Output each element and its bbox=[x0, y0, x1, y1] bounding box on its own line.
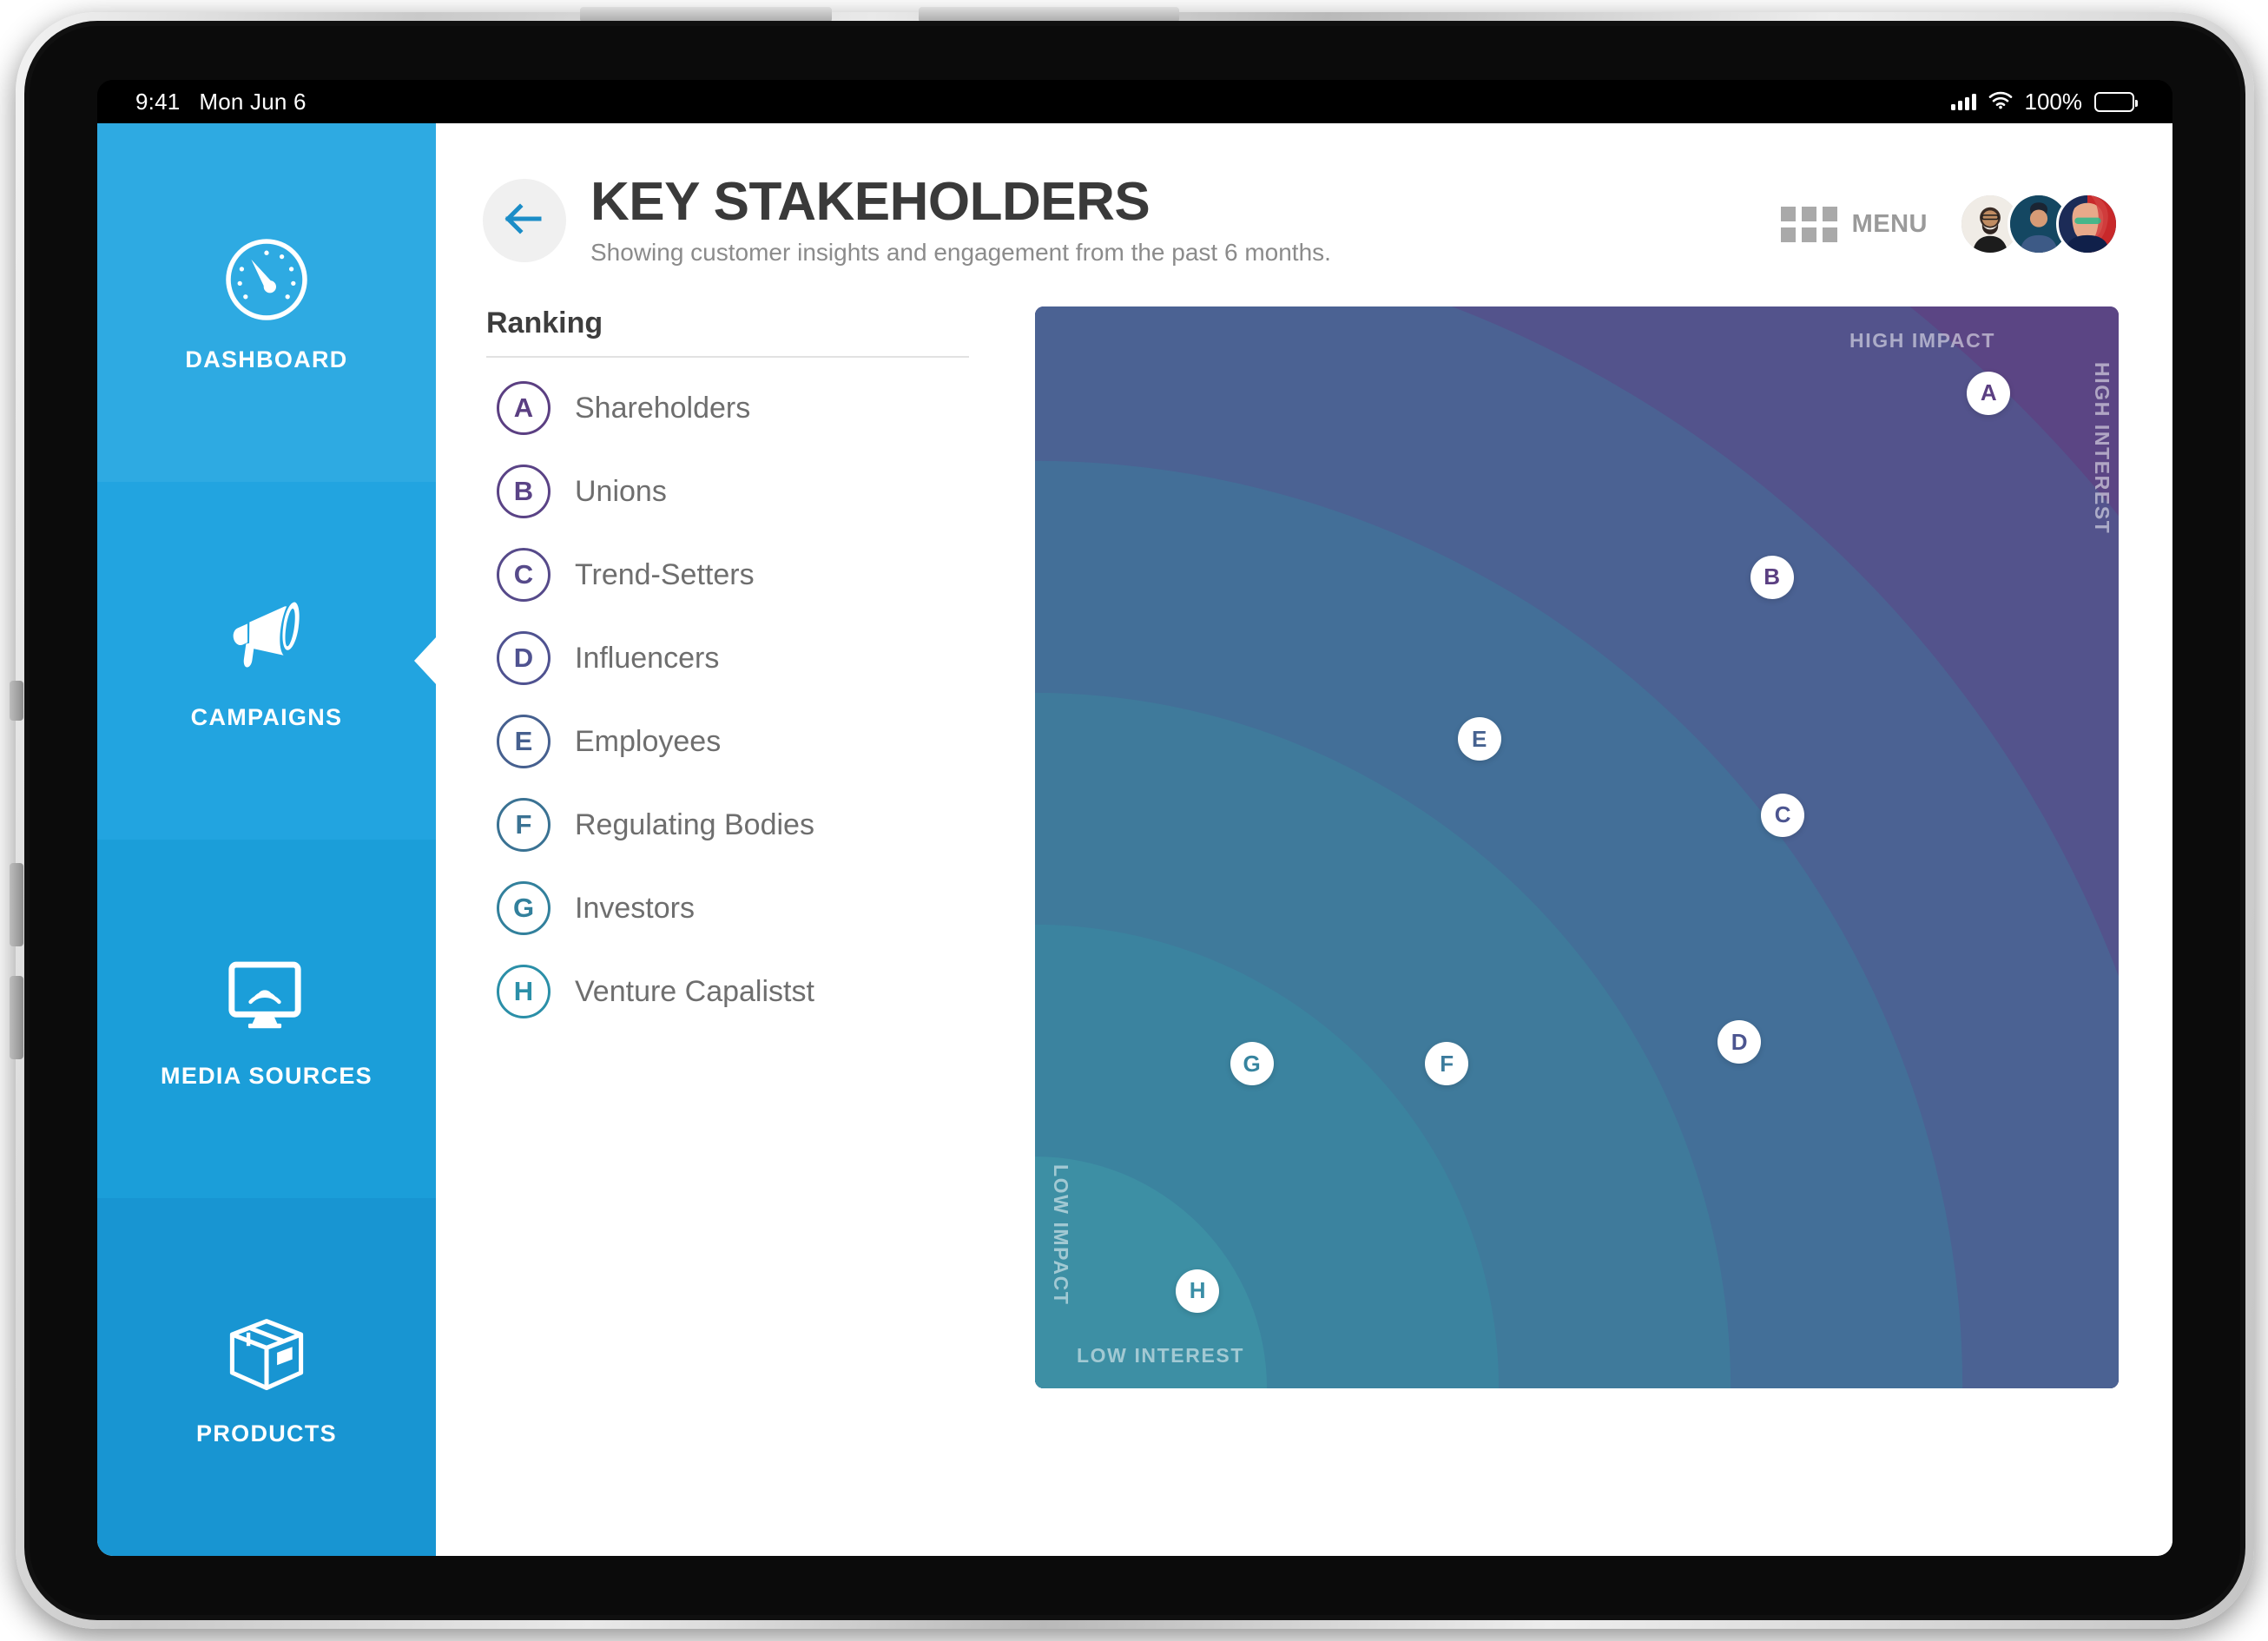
chart-marker-e[interactable]: E bbox=[1457, 717, 1501, 761]
chart-marker-f[interactable]: F bbox=[1425, 1042, 1469, 1086]
menu-button[interactable]: MENU bbox=[1852, 210, 1928, 239]
ranking-row-b[interactable]: B Unions bbox=[483, 450, 969, 533]
rank-badge: H bbox=[497, 965, 551, 1019]
active-indicator-notch bbox=[414, 636, 437, 685]
chart-background-bands bbox=[1035, 306, 2119, 1389]
ranking-heading: Ranking bbox=[486, 306, 603, 340]
rank-badge: A bbox=[497, 381, 551, 436]
sidebar-item-dashboard[interactable]: DASHBOARD bbox=[97, 123, 436, 482]
ranking-row-e[interactable]: E Employees bbox=[483, 700, 969, 783]
volume-down-button[interactable] bbox=[10, 976, 23, 1059]
wifi-icon bbox=[1988, 89, 2013, 115]
rank-badge: G bbox=[497, 881, 551, 936]
ranking-list: A Shareholders B Unions C Trend-Setters D Influ… bbox=[483, 366, 969, 1033]
ranking-row-a[interactable]: A Shareholders bbox=[483, 366, 969, 450]
header-actions: MENU bbox=[1780, 193, 2119, 255]
battery-full-icon bbox=[2094, 91, 2138, 112]
rank-label: Unions bbox=[575, 474, 667, 508]
impact-interest-quadrant-chart[interactable]: HIGH IMPACT HIGH INTEREST LOW IMPACT LOW… bbox=[1035, 306, 2119, 1389]
app-body: DASHBOARD CAMPAIGNS MEDIA SOURCES PRODUC… bbox=[97, 123, 2172, 1556]
monitor-broadcast-icon bbox=[219, 948, 314, 1044]
chart-marker-b[interactable]: B bbox=[1750, 555, 1794, 599]
sidebar-item-label: PRODUCTS bbox=[196, 1420, 337, 1447]
status-date: Mon Jun 6 bbox=[199, 88, 307, 115]
ranking-row-d[interactable]: D Influencers bbox=[483, 616, 969, 700]
ranking-row-c[interactable]: C Trend-Setters bbox=[483, 533, 969, 616]
rank-label: Investors bbox=[575, 891, 695, 925]
title-block: KEY STAKEHOLDERS Showing customer insigh… bbox=[590, 174, 1781, 267]
rank-badge: C bbox=[497, 548, 551, 603]
rank-label: Regulating Bodies bbox=[575, 807, 814, 841]
main-content: KEY STAKEHOLDERS Showing customer insigh… bbox=[436, 123, 2172, 1556]
page-subtitle: Showing customer insights and engagement… bbox=[590, 239, 1331, 267]
sidebar-item-label: MEDIA SOURCES bbox=[161, 1062, 373, 1089]
sidebar: DASHBOARD CAMPAIGNS MEDIA SOURCES PRODUC… bbox=[97, 123, 437, 1556]
rank-badge: B bbox=[497, 465, 551, 519]
volume-up-button[interactable] bbox=[10, 863, 23, 946]
rank-label: Employees bbox=[575, 724, 722, 758]
rank-badge: F bbox=[497, 798, 551, 853]
speedometer-icon bbox=[219, 232, 314, 327]
avatar-group bbox=[1959, 193, 2119, 255]
ranking-panel: Ranking A Shareholders B Unions C Trend-Sette… bbox=[483, 306, 969, 1388]
status-bar-left: 9:41 Mon Jun 6 bbox=[135, 89, 307, 115]
rank-badge: E bbox=[497, 715, 551, 769]
ranking-row-h[interactable]: H Venture Capalistst bbox=[483, 950, 969, 1033]
content-area: Ranking A Shareholders B Unions C Trend-Sette… bbox=[436, 267, 2172, 1389]
back-button[interactable] bbox=[483, 179, 566, 262]
sidebar-item-campaigns[interactable]: CAMPAIGNS bbox=[97, 481, 437, 840]
status-bar: 9:41 Mon Jun 6 100% bbox=[97, 80, 2172, 123]
avatar[interactable] bbox=[2056, 193, 2119, 255]
grid-menu-icon[interactable] bbox=[1780, 206, 1837, 242]
rank-label: Influencers bbox=[575, 641, 720, 675]
cellular-signal-icon bbox=[1950, 93, 1976, 110]
ranking-divider bbox=[486, 356, 969, 359]
chart-marker-h[interactable]: H bbox=[1176, 1269, 1220, 1313]
rank-badge: D bbox=[497, 631, 551, 686]
rank-label: Trend-Setters bbox=[575, 557, 755, 591]
sidebar-item-label: CAMPAIGNS bbox=[190, 704, 343, 731]
sidebar-item-products[interactable]: PRODUCTS bbox=[97, 1197, 436, 1556]
hardware-button-left-1[interactable] bbox=[10, 681, 23, 721]
chart-marker-a[interactable]: A bbox=[1967, 371, 2011, 415]
arrow-left-icon bbox=[504, 202, 545, 240]
page-header: KEY STAKEHOLDERS Showing customer insigh… bbox=[436, 123, 2172, 267]
battery-percent: 100% bbox=[2024, 88, 2083, 115]
chart-marker-c[interactable]: C bbox=[1761, 793, 1805, 837]
rank-label: Shareholders bbox=[575, 391, 751, 425]
tablet-screen: 9:41 Mon Jun 6 100% DASHBOARD CAMPAIGNS … bbox=[97, 80, 2172, 1556]
box-icon bbox=[219, 1306, 314, 1401]
chart-panel: HIGH IMPACT HIGH INTEREST LOW IMPACT LOW… bbox=[969, 306, 2119, 1389]
chart-marker-g[interactable]: G bbox=[1230, 1042, 1274, 1086]
page-title: KEY STAKEHOLDERS bbox=[590, 172, 1150, 232]
status-time: 9:41 bbox=[135, 88, 181, 115]
status-bar-right: 100% bbox=[1950, 88, 2138, 115]
ranking-row-f[interactable]: F Regulating Bodies bbox=[483, 783, 969, 867]
rank-label: Venture Capalistst bbox=[575, 974, 814, 1008]
sidebar-item-label: DASHBOARD bbox=[185, 346, 348, 372]
ranking-row-g[interactable]: G Investors bbox=[483, 867, 969, 950]
chart-marker-d[interactable]: D bbox=[1717, 1020, 1762, 1064]
tablet-device-frame: 9:41 Mon Jun 6 100% DASHBOARD CAMPAIGNS … bbox=[10, 7, 2254, 1629]
sidebar-item-media-sources[interactable]: MEDIA SOURCES bbox=[97, 840, 436, 1198]
megaphone-icon bbox=[219, 590, 314, 685]
